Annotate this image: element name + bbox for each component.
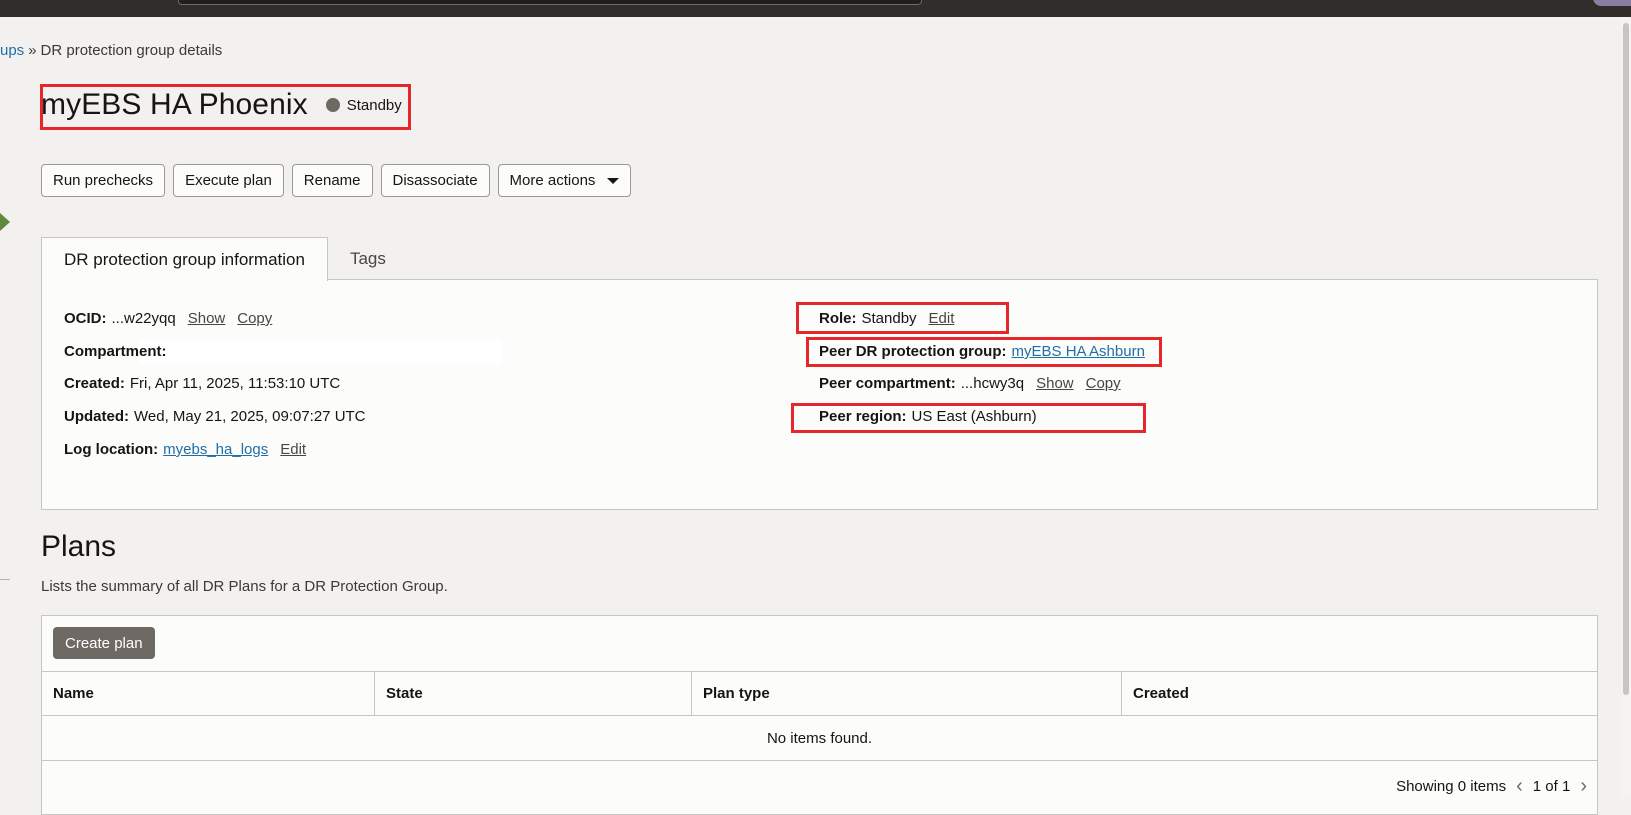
tab-bar: DR protection group information Tags [41,237,408,281]
log-location-label: Log location: [64,441,159,458]
peer-region-label: Peer region: [819,408,907,425]
plans-table-panel: Create plan Name State Plan type Created… [41,615,1598,815]
pagination: Showing 0 items ‹ 1 of 1 › [1396,776,1587,796]
create-plan-button[interactable]: Create plan [53,627,155,659]
plans-table-header: Name State Plan type Created [42,671,1597,716]
peer-region-value: US East (Ashburn) [911,408,1037,425]
ocid-copy-link[interactable]: Copy [237,310,272,327]
more-actions-button[interactable]: More actions [497,164,632,197]
left-divider [0,579,10,580]
peer-compartment-row: Peer compartment: ...hcwy3q Show Copy [819,375,1121,392]
column-header-name[interactable]: Name [42,672,375,715]
run-prechecks-button[interactable]: Run prechecks [41,164,166,197]
scrollbar[interactable] [1621,17,1631,798]
caret-down-icon [607,177,620,184]
created-value: Fri, Apr 11, 2025, 11:53:10 UTC [129,375,341,392]
peer-region-row: Peer region: US East (Ashburn) [819,408,1037,425]
avatar[interactable] [1593,0,1631,6]
updated-label: Updated: [64,408,129,425]
plans-heading: Plans [41,530,117,563]
peer-compartment-value: ...hcwy3q [960,375,1025,392]
more-actions-label: More actions [509,172,596,189]
status-badge: Standby [325,96,402,114]
column-header-created[interactable]: Created [1122,672,1597,715]
rename-button[interactable]: Rename [291,164,373,197]
showing-count: Showing 0 items [1396,777,1507,795]
page-title: myEBS HA Phoenix [41,88,308,121]
column-header-plan-type[interactable]: Plan type [692,672,1122,715]
ocid-row: OCID: ...w22yqq Show Copy [64,310,272,327]
status-dot-icon [325,98,340,112]
role-row: Role: Standby Edit [819,310,954,327]
disassociate-button[interactable]: Disassociate [380,164,490,197]
breadcrumb-link-parent[interactable]: ups [0,42,24,59]
updated-value: Wed, May 21, 2025, 09:07:27 UTC [134,408,366,425]
peer-group-link[interactable]: myEBS HA Ashburn [1012,343,1145,360]
role-edit-link[interactable]: Edit [929,310,955,327]
status-label: Standby [346,96,402,114]
search-bar[interactable] [178,0,922,5]
log-location-link[interactable]: myebs_ha_logs [163,441,268,458]
scrollbar-thumb[interactable] [1623,23,1629,695]
left-nav-arrow-icon[interactable] [0,204,10,240]
breadcrumb-current: DR protection group details [40,42,223,59]
peer-compartment-copy-link[interactable]: Copy [1086,375,1121,392]
role-value: Standby [861,310,917,327]
created-row: Created: Fri, Apr 11, 2025, 11:53:10 UTC [64,375,340,392]
compartment-label: Compartment: [64,343,167,360]
column-header-state[interactable]: State [375,672,692,715]
chevron-right-icon[interactable]: › [1580,776,1587,796]
ocid-label: OCID: [64,310,107,327]
top-navigation-bar [0,0,1631,17]
tab-tags[interactable]: Tags [328,237,408,280]
ocid-show-link[interactable]: Show [188,310,226,327]
peer-compartment-show-link[interactable]: Show [1036,375,1074,392]
breadcrumb-separator: » [28,42,37,59]
compartment-value-field [139,339,502,365]
peer-group-label: Peer DR protection group: [819,343,1007,360]
updated-row: Updated: Wed, May 21, 2025, 09:07:27 UTC [64,408,366,425]
compartment-row: Compartment: [64,343,172,360]
tab-dr-protection-group-information[interactable]: DR protection group information [41,237,328,281]
log-location-edit-link[interactable]: Edit [280,441,306,458]
empty-table-row: No items found. [42,716,1597,761]
empty-table-message: No items found. [766,729,873,747]
peer-group-row: Peer DR protection group: myEBS HA Ashbu… [819,343,1145,360]
peer-compartment-label: Peer compartment: [819,375,956,392]
breadcrumb: ups» DR protection group details [0,42,222,59]
chevron-left-icon[interactable]: ‹ [1516,776,1523,796]
page-indicator: 1 of 1 [1532,777,1571,795]
plans-description: Lists the summary of all DR Plans for a … [41,578,448,595]
title-row: myEBS HA Phoenix Standby [41,88,402,122]
created-label: Created: [64,375,125,392]
action-toolbar: Run prechecks Execute plan Rename Disass… [41,164,632,197]
ocid-value: ...w22yqq [111,310,176,327]
role-label: Role: [819,310,857,327]
log-location-row: Log location: myebs_ha_logs Edit [64,441,306,458]
execute-plan-button[interactable]: Execute plan [173,164,284,197]
